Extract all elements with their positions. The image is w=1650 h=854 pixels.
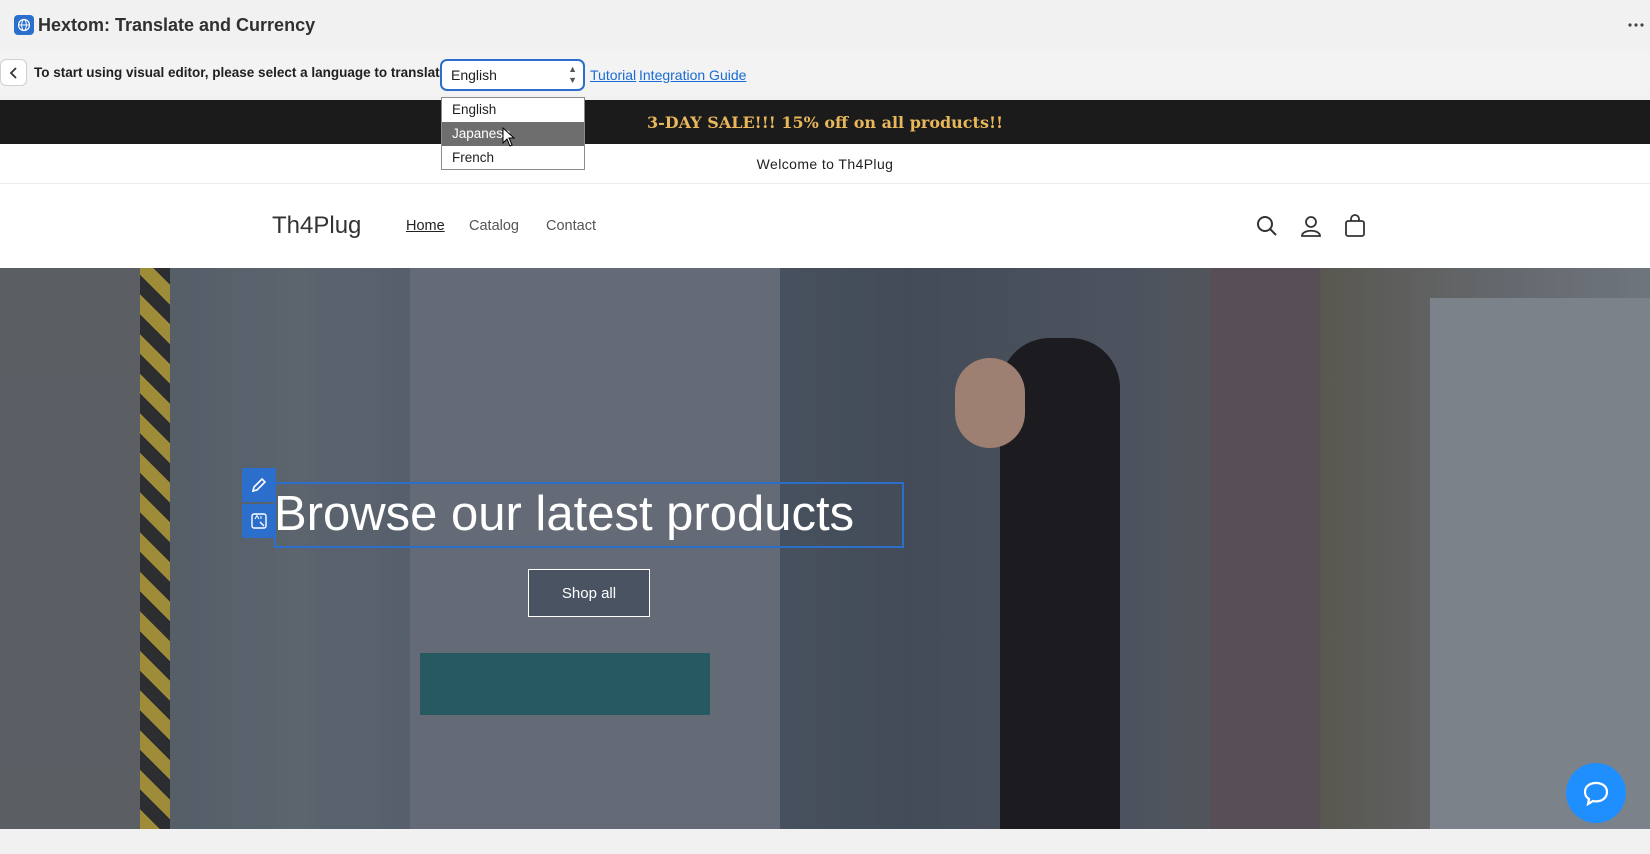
- hero-title[interactable]: Browse our latest products: [274, 482, 904, 546]
- nav-contact[interactable]: Contact: [546, 218, 596, 234]
- shop-all-button[interactable]: Shop all: [528, 569, 650, 617]
- mouse-cursor-icon: [502, 127, 516, 147]
- store-navbar: Th4Plug Home Catalog Contact: [0, 184, 1650, 268]
- back-button[interactable]: [0, 59, 27, 86]
- edit-pencil-icon[interactable]: [242, 468, 276, 502]
- hero-banner: Browse our latest products Shop all: [0, 268, 1650, 829]
- ai-translate-icon[interactable]: [242, 504, 276, 538]
- editor-toolbar: To start using visual editor, please sel…: [0, 50, 1650, 95]
- tutorial-link[interactable]: Tutorial: [590, 67, 636, 83]
- cart-icon[interactable]: [1341, 212, 1369, 240]
- nav-home[interactable]: Home: [406, 218, 445, 234]
- instruction-text: To start using visual editor, please sel…: [34, 65, 452, 80]
- globe-icon: [14, 15, 34, 35]
- app-title: Hextom: Translate and Currency: [38, 14, 316, 35]
- integration-guide-link[interactable]: Integration Guide: [639, 67, 746, 83]
- select-arrows-icon: ▲ ▼: [568, 64, 577, 85]
- announcement-bar: 3-DAY SALE!!! 15% off on all products!!: [0, 100, 1650, 144]
- language-select-value: English: [451, 67, 497, 83]
- chat-support-button[interactable]: [1566, 763, 1626, 823]
- language-select[interactable]: English ▲ ▼: [440, 59, 585, 91]
- chat-bubble-icon: [1583, 781, 1609, 807]
- app-header: Hextom: Translate and Currency: [0, 0, 1650, 50]
- announcement-text: 3-DAY SALE!!! 15% off on all products!!: [647, 112, 1003, 132]
- bottom-strip: [0, 829, 1650, 854]
- dropdown-option-english[interactable]: English: [442, 98, 584, 122]
- welcome-bar: Welcome to Th4Plug: [0, 144, 1650, 184]
- dropdown-option-french[interactable]: French: [442, 146, 584, 170]
- hero-overlay: [0, 268, 1650, 829]
- store-logo[interactable]: Th4Plug: [272, 212, 361, 240]
- search-icon[interactable]: [1253, 212, 1281, 240]
- nav-catalog[interactable]: Catalog: [469, 218, 519, 234]
- chevron-left-icon: [9, 66, 17, 79]
- more-dots-icon[interactable]: [1622, 12, 1650, 38]
- account-icon[interactable]: [1297, 212, 1325, 240]
